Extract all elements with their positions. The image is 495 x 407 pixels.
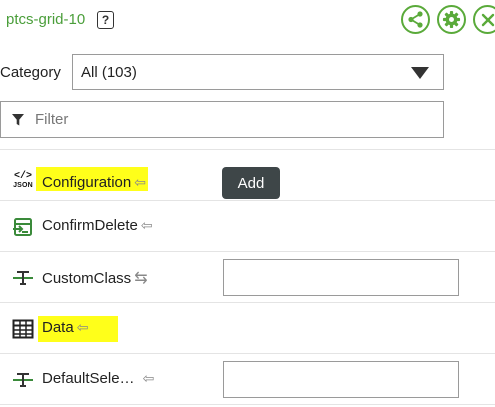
category-label: Category bbox=[0, 64, 61, 81]
string-icon bbox=[13, 373, 33, 387]
string-icon bbox=[13, 271, 33, 285]
category-selected-value: All (103) bbox=[81, 64, 137, 81]
add-button[interactable]: Add bbox=[222, 167, 280, 199]
binding-arrow-icon: ⇦ bbox=[142, 370, 155, 386]
share-button[interactable] bbox=[401, 5, 430, 34]
property-row-data[interactable]: Data ⇦ bbox=[0, 303, 495, 354]
settings-button[interactable] bbox=[437, 5, 466, 34]
property-row-confirmdelete[interactable]: ConfirmDelete ⇦ bbox=[0, 201, 495, 252]
property-name: Data ⇦ bbox=[42, 319, 89, 336]
share-icon bbox=[408, 11, 423, 28]
property-name: CustomClass ⇆ bbox=[42, 270, 148, 287]
gear-icon bbox=[442, 10, 461, 29]
property-name: DefaultSele… ⇦ bbox=[42, 370, 155, 387]
property-row-defaultselection[interactable]: DefaultSele… ⇦ bbox=[0, 354, 495, 405]
close-icon bbox=[481, 13, 494, 26]
binding-arrow-icon: ⇦ bbox=[134, 174, 146, 190]
binding-arrow-icon: ⇦ bbox=[140, 217, 153, 233]
chevron-down-icon bbox=[411, 67, 429, 79]
event-icon bbox=[13, 218, 32, 236]
filter-icon bbox=[12, 114, 24, 126]
property-name: Configuration ⇦ bbox=[42, 174, 146, 191]
property-row-configuration[interactable]: </> JSON Configuration ⇦ Add bbox=[0, 150, 495, 201]
defaultselection-input[interactable] bbox=[223, 361, 459, 398]
bidirectional-binding-icon: ⇆ bbox=[134, 270, 148, 287]
json-icon: </> JSON bbox=[13, 171, 33, 190]
category-select[interactable]: All (103) bbox=[72, 54, 444, 90]
property-list: </> JSON Configuration ⇦ Add ConfirmDelet… bbox=[0, 149, 495, 405]
property-name: ConfirmDelete ⇦ bbox=[42, 217, 153, 234]
table-icon bbox=[12, 319, 34, 339]
help-icon[interactable]: ? bbox=[97, 11, 114, 29]
filter-box bbox=[0, 101, 444, 138]
property-row-customclass[interactable]: CustomClass ⇆ bbox=[0, 252, 495, 303]
binding-arrow-icon: ⇦ bbox=[76, 319, 89, 335]
customclass-input[interactable] bbox=[223, 259, 459, 296]
close-button[interactable] bbox=[473, 5, 495, 34]
widget-title: ptcs-grid-10 bbox=[6, 11, 86, 28]
filter-input[interactable] bbox=[35, 108, 425, 130]
